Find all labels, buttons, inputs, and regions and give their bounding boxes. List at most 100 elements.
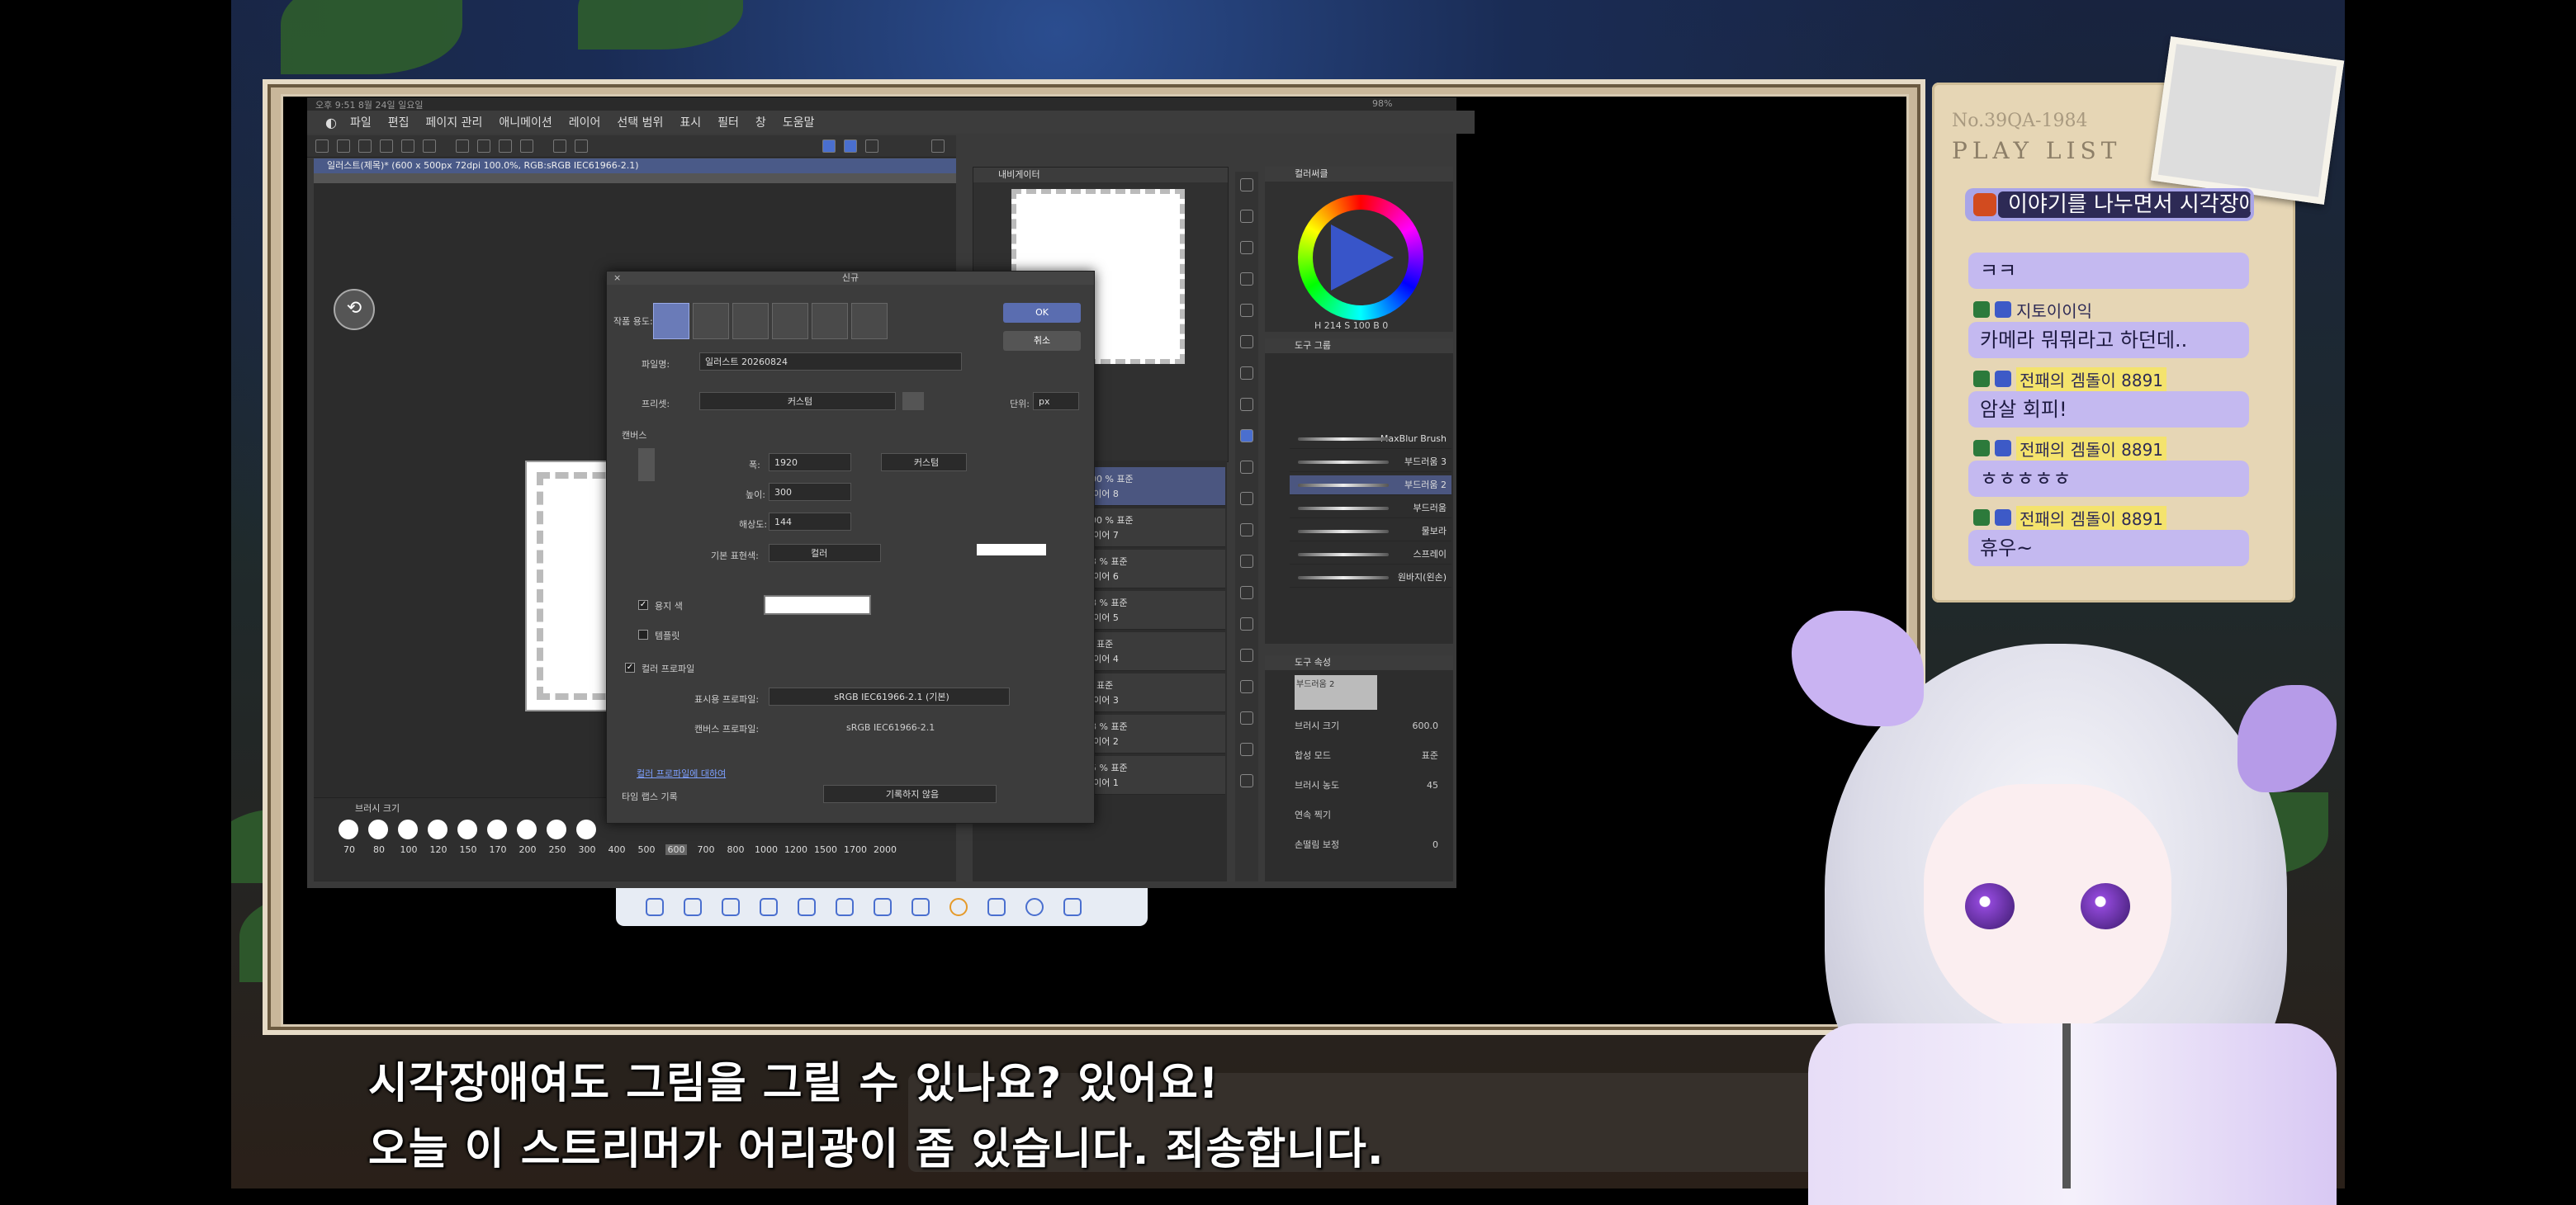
print-purpose-icon[interactable] bbox=[812, 303, 848, 339]
brush-size-dot[interactable] bbox=[398, 820, 418, 839]
folder-icon[interactable] bbox=[836, 898, 854, 916]
layer-row[interactable]: 18 % 표준 레이어 5 bbox=[1080, 591, 1225, 630]
frame-icon[interactable] bbox=[1240, 743, 1253, 756]
help-icon[interactable] bbox=[949, 898, 968, 916]
layer-row[interactable]: 100 % 표준 레이어 7 bbox=[1080, 508, 1225, 547]
mouse-icon[interactable] bbox=[684, 898, 702, 916]
menu-view[interactable]: 표시 bbox=[671, 114, 709, 130]
eraser-icon[interactable] bbox=[1240, 523, 1253, 536]
comic-purpose-icon[interactable] bbox=[693, 303, 729, 339]
crop-icon[interactable] bbox=[575, 139, 588, 153]
save-icon[interactable] bbox=[380, 139, 393, 153]
width-field[interactable]: 1920 bbox=[769, 453, 851, 471]
subtool-brush-item[interactable]: MaxBlur Brush bbox=[1290, 429, 1451, 449]
template-checkbox[interactable] bbox=[638, 630, 648, 640]
apps-icon[interactable] bbox=[912, 898, 930, 916]
text-icon[interactable] bbox=[1240, 366, 1253, 380]
cancel-button[interactable]: 취소 bbox=[1003, 331, 1081, 351]
layer-row[interactable]: 13 % 표준 레이어 6 bbox=[1080, 550, 1225, 588]
gallery-icon[interactable] bbox=[798, 898, 816, 916]
brush-size-option[interactable]: 150 bbox=[457, 844, 479, 855]
brush-size-option[interactable]: 250 bbox=[547, 844, 568, 855]
brush-size-option[interactable]: 200 bbox=[517, 844, 538, 855]
brush-size-option[interactable]: 1500 bbox=[814, 844, 837, 855]
ruler-icon[interactable] bbox=[865, 139, 878, 153]
height-field[interactable]: 300 bbox=[769, 483, 851, 501]
layer-row[interactable]: % 표준 레이어 4 bbox=[1080, 632, 1225, 671]
tool-property-row[interactable]: 손떨림 보정 0 bbox=[1295, 837, 1447, 853]
tool-property-row[interactable]: 연속 찍기 bbox=[1295, 807, 1447, 824]
move-layer-icon[interactable] bbox=[1240, 272, 1253, 286]
redo-icon[interactable] bbox=[423, 139, 436, 153]
ok-button[interactable]: OK bbox=[1003, 303, 1081, 323]
color-mode-select[interactable]: 컬러 bbox=[769, 544, 881, 562]
vector-icon[interactable] bbox=[1240, 774, 1253, 787]
tool-property-row[interactable]: 브러시 크기 600.0 bbox=[1295, 718, 1447, 735]
fill-bucket-icon[interactable] bbox=[1240, 492, 1253, 505]
snap-icon[interactable] bbox=[844, 139, 857, 153]
hamburger-icon[interactable] bbox=[315, 139, 329, 153]
unit-select[interactable]: px bbox=[1033, 392, 1079, 410]
brush-size-dot[interactable] bbox=[428, 820, 447, 839]
app-logo-icon[interactable]: ◐ bbox=[325, 115, 337, 130]
transform-icon[interactable] bbox=[553, 139, 566, 153]
move-icon[interactable] bbox=[1240, 210, 1253, 223]
subtool-brush-item[interactable]: 원바지(왼손) bbox=[1290, 568, 1451, 588]
menu-file[interactable]: 파일 bbox=[342, 114, 380, 130]
recents-icon[interactable] bbox=[1063, 898, 1082, 916]
brush-size-dot[interactable] bbox=[576, 820, 596, 839]
pen-icon[interactable] bbox=[1240, 461, 1253, 474]
close-icon[interactable]: × bbox=[613, 272, 621, 283]
figure-icon[interactable] bbox=[1240, 617, 1253, 631]
tool-property-row[interactable]: 합성 모드 표준 bbox=[1295, 748, 1447, 764]
subtool-brush-item[interactable]: 부드러움 2 bbox=[1290, 475, 1451, 495]
brush-size-option[interactable]: 800 bbox=[725, 844, 746, 855]
edit-icon[interactable] bbox=[874, 898, 892, 916]
eyedropper-icon[interactable] bbox=[1240, 398, 1253, 411]
menu-layer[interactable]: 레이어 bbox=[561, 114, 609, 130]
brush-size-option[interactable]: 170 bbox=[487, 844, 509, 855]
subtool-brush-item[interactable]: 스프레이 bbox=[1290, 545, 1451, 565]
brush-size-option[interactable]: 80 bbox=[368, 844, 390, 855]
brush-size-option[interactable]: 500 bbox=[636, 844, 657, 855]
back-icon[interactable] bbox=[987, 898, 1006, 916]
brush-size-option[interactable]: 700 bbox=[695, 844, 717, 855]
display-profile-select[interactable]: sRGB IEC61966-2.1 (기본) bbox=[769, 688, 1010, 706]
color-triangle[interactable] bbox=[1331, 224, 1394, 291]
color-profile-checkbox[interactable]: ✓ bbox=[625, 663, 635, 673]
blend-icon[interactable] bbox=[1240, 586, 1253, 599]
layer-row[interactable]: 65 % 표준 레이어 1 bbox=[1080, 756, 1225, 795]
chevron-down-icon[interactable] bbox=[931, 139, 945, 153]
tool-property-value[interactable]: 45 bbox=[1427, 777, 1438, 794]
rotate-canvas-icon[interactable]: ⟲ bbox=[334, 289, 375, 330]
brush-size-option[interactable]: 120 bbox=[428, 844, 449, 855]
brush-size-dot[interactable] bbox=[339, 820, 358, 839]
new-file-icon[interactable] bbox=[337, 139, 350, 153]
brush-size-dot[interactable] bbox=[457, 820, 477, 839]
menu-help[interactable]: 도움말 bbox=[774, 114, 823, 130]
brush-size-option[interactable]: 1000 bbox=[755, 844, 778, 855]
brush-size-dot[interactable] bbox=[368, 820, 388, 839]
tool-property-value[interactable]: 0 bbox=[1432, 837, 1438, 853]
layer-row[interactable]: 18 % 표준 레이어 2 bbox=[1080, 715, 1225, 754]
layer-row[interactable]: % 표준 레이어 3 bbox=[1080, 673, 1225, 712]
circle-home-icon[interactable] bbox=[1025, 898, 1044, 916]
brush-size-option[interactable]: 400 bbox=[606, 844, 627, 855]
brush-size-dot[interactable] bbox=[487, 820, 507, 839]
gradient-icon[interactable] bbox=[1240, 555, 1253, 568]
paper-color-swatch[interactable] bbox=[764, 595, 871, 615]
brush-size-dot[interactable] bbox=[547, 820, 566, 839]
operation-icon[interactable] bbox=[1240, 241, 1253, 254]
color-wheel[interactable] bbox=[1298, 195, 1423, 320]
wand-icon[interactable] bbox=[1240, 335, 1253, 348]
brush-size-option[interactable]: 1700 bbox=[844, 844, 867, 855]
color-swatch-icon[interactable] bbox=[1240, 711, 1253, 725]
clear-icon[interactable] bbox=[456, 139, 469, 153]
tool-property-row[interactable]: 브러시 농도 45 bbox=[1295, 777, 1447, 794]
correction-icon[interactable] bbox=[1240, 680, 1253, 693]
fill-icon[interactable] bbox=[477, 139, 490, 153]
airbrush-icon[interactable] bbox=[1240, 429, 1253, 442]
pen-pressure-icon[interactable] bbox=[822, 139, 836, 153]
book-purpose-icon[interactable] bbox=[772, 303, 808, 339]
paper-color-checkbox[interactable]: ✓ bbox=[638, 600, 648, 610]
